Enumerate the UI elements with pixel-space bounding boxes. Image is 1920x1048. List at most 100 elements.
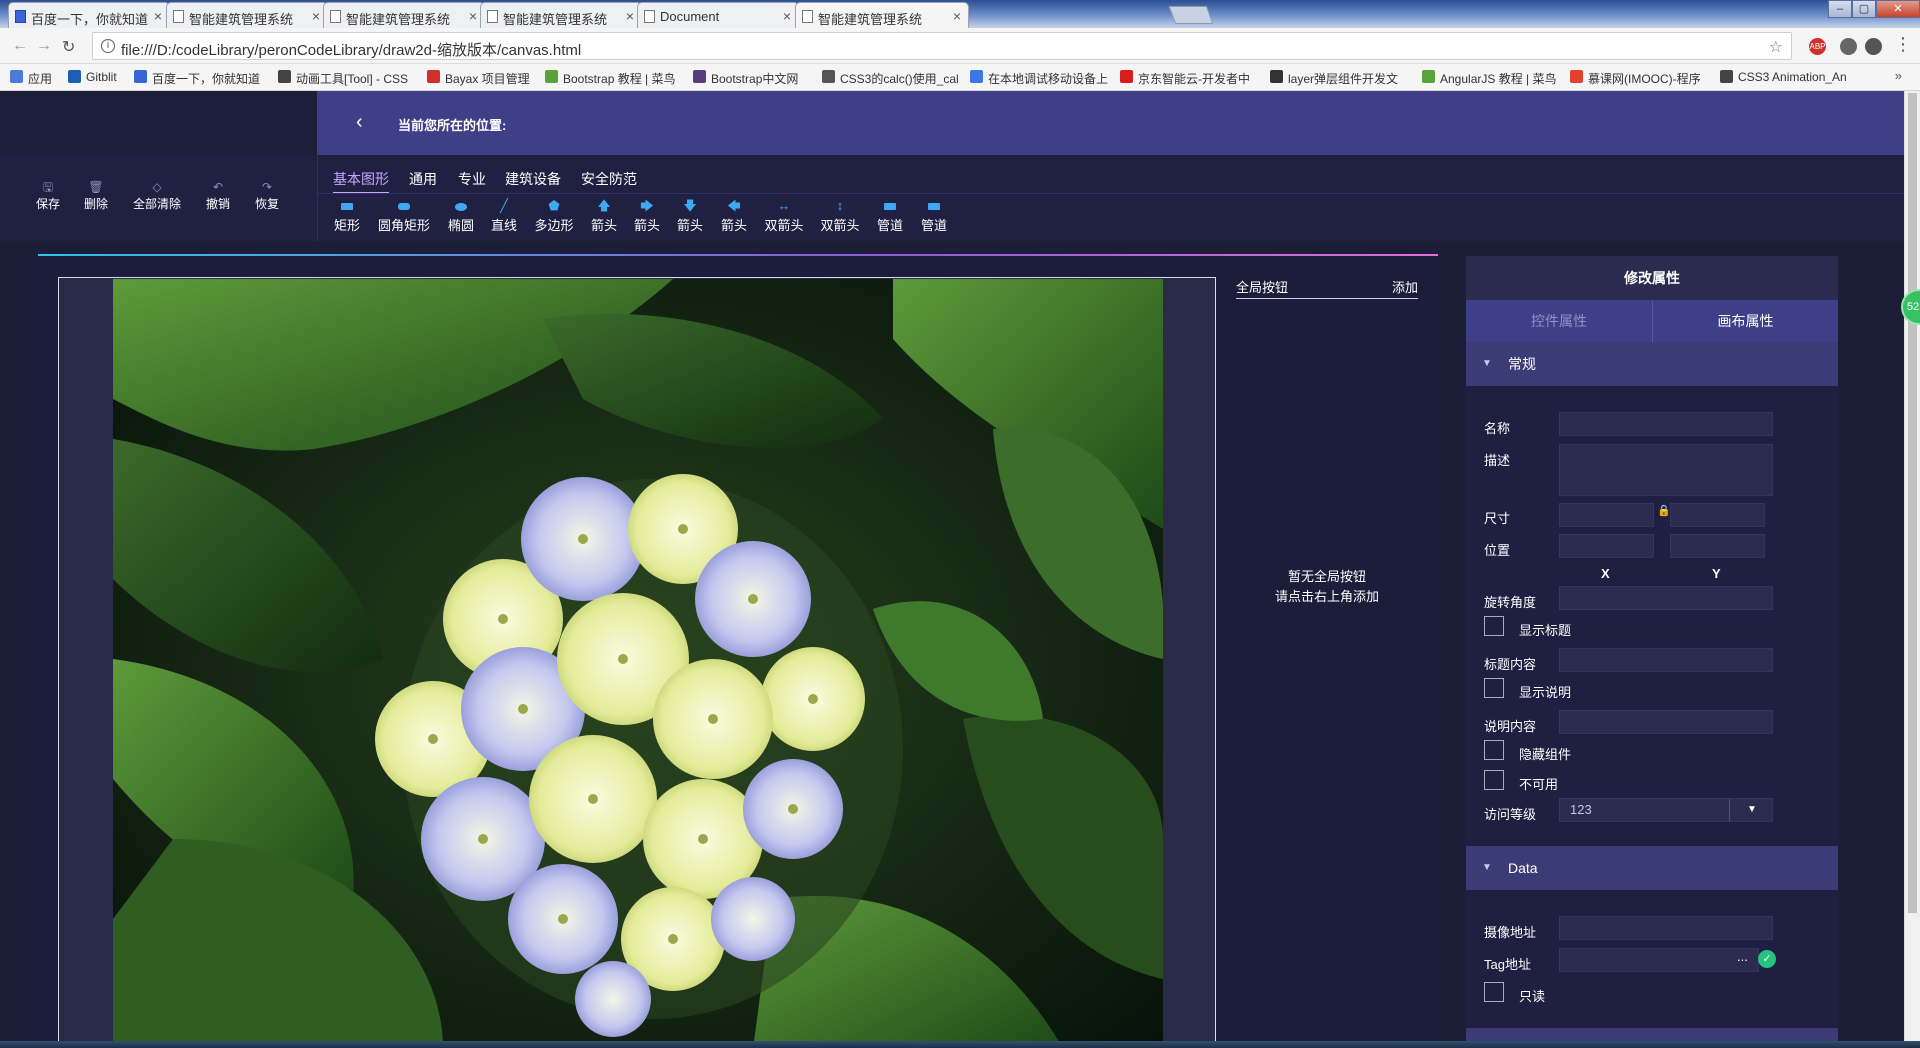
tag-address-input[interactable]	[1559, 948, 1759, 972]
bookmark-item[interactable]: 慕课网(IMOOC)-程序	[1570, 70, 1701, 87]
rotation-input[interactable]	[1559, 586, 1773, 610]
description-textarea[interactable]	[1559, 444, 1773, 496]
reload-icon[interactable]: ↻	[62, 37, 75, 57]
global-buttons-title: 全局按钮	[1236, 280, 1289, 295]
bookmark-item[interactable]: Bayax 项目管理	[427, 70, 530, 87]
browser-tab[interactable]: 智能建筑管理系统 ×	[166, 2, 328, 28]
extension-icon[interactable]: ABP	[1809, 38, 1826, 55]
browser-tab[interactable]: 智能建筑管理系统 ×	[795, 2, 969, 28]
tab-close-icon[interactable]: ×	[312, 8, 320, 24]
scrollbar-thumb[interactable]	[1908, 93, 1917, 913]
shape-category-tab[interactable]: 专业	[458, 169, 486, 192]
bookmark-item[interactable]: CSS3的calc()使用_cal	[822, 70, 959, 87]
page-icon	[173, 10, 184, 23]
add-global-button[interactable]: 添加	[1392, 277, 1418, 296]
shape-category-tab[interactable]: 通用	[409, 169, 437, 192]
bookmark-item[interactable]: 百度一下，你就知道	[134, 70, 260, 87]
pipe-icon	[904, 197, 964, 215]
shape-tool-double-arrow-horizontal[interactable]: ↔ 双箭头	[754, 197, 814, 234]
bookmark-item[interactable]: Gitblit	[68, 70, 117, 84]
bookmark-item[interactable]: 应用	[10, 70, 52, 87]
back-arrow-icon[interactable]: ←	[12, 37, 28, 55]
toolbar-action-label: 全部清除	[133, 197, 182, 211]
position-x-input[interactable]	[1559, 534, 1654, 558]
name-label: 名称	[1484, 421, 1511, 436]
disabled-checkbox[interactable]	[1484, 770, 1504, 790]
position-y-input[interactable]	[1670, 534, 1765, 558]
page-info-icon[interactable]: i	[101, 39, 115, 53]
shape-tool-pipe[interactable]: 管道	[904, 197, 964, 234]
shape-category-tab[interactable]: 建筑设备	[505, 169, 561, 192]
bookmark-item[interactable]: CSS3 Animation_An	[1720, 70, 1847, 84]
bookmark-item[interactable]: 在本地调试移动设备上	[970, 70, 1108, 87]
hide-component-checkbox[interactable]	[1484, 740, 1504, 760]
tab-close-icon[interactable]: ×	[626, 8, 634, 24]
clear-all-button[interactable]: ◇ 全部清除	[133, 179, 181, 212]
minimize-button[interactable]: –	[1828, 0, 1852, 18]
shape-category-tab[interactable]: 安全防范	[581, 169, 637, 192]
tab-close-icon[interactable]: ×	[953, 8, 961, 24]
hydrangea-background-image	[113, 279, 1163, 1041]
bookmark-item[interactable]: 京东智能云-开发者中	[1120, 70, 1250, 87]
tab-canvas-properties[interactable]: 画布属性	[1652, 300, 1838, 342]
back-chevron-icon[interactable]: ‹	[356, 111, 363, 134]
tab-close-icon[interactable]: ×	[783, 8, 791, 24]
extension-icon[interactable]	[1865, 38, 1882, 55]
address-url[interactable]: file:///D:/codeLibrary/peronCodeLibrary/…	[121, 39, 581, 60]
camera-address-input[interactable]	[1559, 916, 1773, 940]
tab-close-icon[interactable]: ×	[154, 8, 162, 24]
undo-button[interactable]: ↶ 撤销	[206, 179, 230, 212]
bookmark-item[interactable]: AngularJS 教程 | 菜鸟	[1422, 70, 1557, 87]
access-level-select[interactable]: 123	[1559, 798, 1739, 822]
show-title-checkbox[interactable]	[1484, 616, 1504, 636]
shape-tool-label: 双箭头	[764, 218, 804, 233]
properties-title: 修改属性	[1466, 256, 1838, 300]
shape-tool-rounded-rectangle[interactable]: 圆角矩形	[374, 197, 434, 234]
forward-arrow-icon[interactable]: →	[36, 37, 52, 55]
bookmark-item[interactable]: Bootstrap中文网	[693, 70, 798, 87]
size-width-input[interactable]	[1559, 503, 1654, 527]
page-icon	[487, 10, 498, 23]
delete-button[interactable]: 🗑 删除	[84, 179, 108, 212]
extension-icon[interactable]	[1840, 38, 1857, 55]
title-content-input[interactable]	[1559, 648, 1773, 672]
new-tab-button[interactable]	[1168, 6, 1214, 24]
lock-icon[interactable]: 🔒	[1657, 504, 1671, 517]
tab-close-icon[interactable]: ×	[469, 8, 477, 24]
browser-tab[interactable]: 百度一下，你就知道 ×	[8, 2, 170, 28]
menu-icon[interactable]: ⋮	[1894, 34, 1912, 55]
description-label: 描述	[1484, 453, 1511, 468]
shape-tool-label: 椭圆	[447, 218, 474, 233]
redo-button[interactable]: ↷ 恢复	[255, 179, 279, 212]
readonly-checkbox[interactable]	[1484, 982, 1504, 1002]
tag-address-browse-button[interactable]: ...	[1737, 949, 1748, 964]
size-height-input[interactable]	[1670, 503, 1765, 527]
bookmark-item[interactable]: 动画工具[Tool] - CSS	[278, 70, 408, 87]
caret-down-icon: ▼	[1482, 358, 1492, 369]
section-general-header[interactable]: ▼ 常规	[1466, 342, 1838, 386]
shape-category-tab[interactable]: 基本图形	[333, 169, 389, 194]
save-button[interactable]: 🖫 保存	[36, 179, 60, 212]
browser-tab[interactable]: 智能建筑管理系统 ×	[480, 2, 642, 28]
browser-tab-title: Document	[660, 9, 720, 24]
browser-tab[interactable]: Document ×	[637, 2, 799, 28]
bookmark-item[interactable]: Bootstrap 教程 | 菜鸟	[545, 70, 675, 87]
maximize-button[interactable]: ▢	[1852, 0, 1876, 18]
description-content-input[interactable]	[1559, 710, 1773, 734]
browser-tab[interactable]: 智能建筑管理系统 ×	[323, 2, 485, 28]
baidu-icon	[15, 10, 26, 23]
shape-tool-rectangle[interactable]: 矩形	[317, 197, 377, 234]
bookmark-star-icon[interactable]: ☆	[1769, 37, 1783, 57]
tab-control-properties[interactable]: 控件属性	[1466, 300, 1652, 342]
window-close-button[interactable]: ✕	[1876, 0, 1920, 18]
more-bookmarks-icon[interactable]: »	[1895, 68, 1902, 83]
show-description-label: 显示说明	[1519, 685, 1572, 700]
page-scrollbar[interactable]	[1904, 91, 1920, 1041]
address-bar[interactable]: i file:///D:/codeLibrary/peronCodeLibrar…	[92, 32, 1792, 60]
section-data-header[interactable]: ▼ Data	[1466, 846, 1838, 890]
name-input[interactable]	[1559, 412, 1773, 436]
drawing-canvas[interactable]	[58, 277, 1216, 1041]
section-next-header[interactable]	[1466, 1028, 1838, 1041]
bookmark-item[interactable]: layer弹层组件开发文	[1270, 70, 1398, 87]
show-description-checkbox[interactable]	[1484, 678, 1504, 698]
